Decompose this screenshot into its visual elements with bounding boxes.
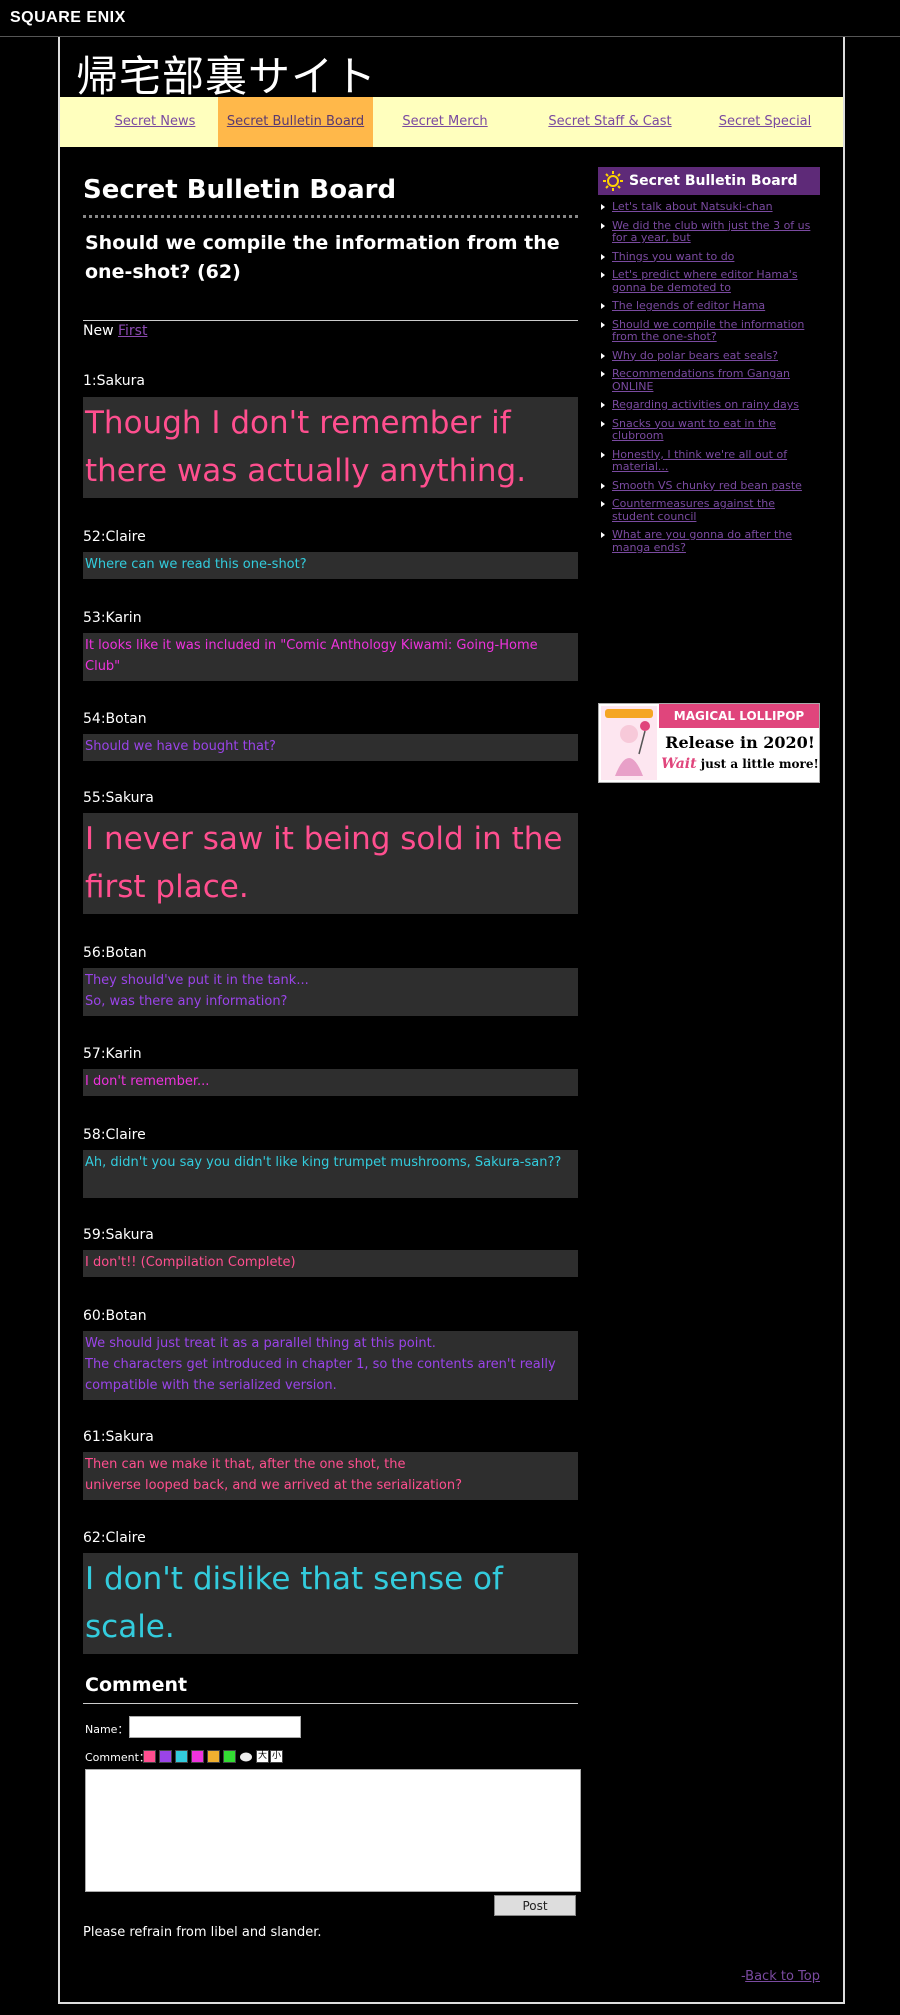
sidebar-thread-link[interactable]: Why do polar bears eat seals? xyxy=(598,349,820,363)
color-swatch[interactable] xyxy=(159,1750,172,1763)
sidebar-thread-link[interactable]: Let's predict where editor Hama's gonna … xyxy=(598,268,820,294)
color-swatch[interactable] xyxy=(223,1750,236,1763)
nav-secret-staff-cast[interactable]: Secret Staff & Cast xyxy=(525,97,695,147)
post-author: 1:Sakura xyxy=(83,373,145,389)
sidebar-thread-link[interactable]: Smooth VS chunky red bean paste xyxy=(598,479,820,493)
post-author: 57:Karin xyxy=(83,1046,142,1062)
post-author: 62:Claire xyxy=(83,1530,146,1546)
post-body: Though I don't remember if there was act… xyxy=(83,397,578,498)
magical-lollipop-banner[interactable]: MAGICAL LOLLIPOP Release in 2020! Wait j… xyxy=(598,703,820,783)
new-label: New xyxy=(83,323,114,339)
sidebar-thread-list: Let's talk about Natsuki-chan We did the … xyxy=(598,200,820,560)
sidebar-thread-link[interactable]: Should we compile the information from t… xyxy=(598,318,820,344)
post-author: 61:Sakura xyxy=(83,1429,154,1445)
post-body: It looks like it was included in "Comic … xyxy=(83,633,578,681)
thread-nav: New First xyxy=(83,323,147,339)
comment-heading: Comment xyxy=(85,1674,188,1696)
sidebar-thread-link[interactable]: Recommendations from Gangan ONLINE xyxy=(598,367,820,393)
sidebar-thread-link[interactable]: Honestly, I think we're all out of mater… xyxy=(598,448,820,474)
banner-title: MAGICAL LOLLIPOP xyxy=(659,704,819,728)
sidebar-thread-link[interactable]: We did the club with just the 3 of us fo… xyxy=(598,219,820,245)
posting-note: Please refrain from libel and slander. xyxy=(83,1925,322,1940)
post-author: 52:Claire xyxy=(83,529,146,545)
post-body: Should we have bought that? xyxy=(83,734,578,761)
name-input[interactable] xyxy=(129,1716,301,1738)
nav-secret-special[interactable]: Secret Special xyxy=(690,97,840,147)
post-author: 60:Botan xyxy=(83,1308,147,1324)
sidebar-thread-link[interactable]: Countermeasures against the student coun… xyxy=(598,497,820,523)
post-body: They should've put it in the tank... So,… xyxy=(83,968,578,1016)
sidebar-thread-link[interactable]: Regarding activities on rainy days xyxy=(598,398,820,412)
banner-wait-text: Wait just a little more! xyxy=(661,756,819,772)
brand-logo[interactable]: SQUARE ENIX xyxy=(10,9,126,27)
back-to-top-link[interactable]: Back to Top xyxy=(745,1969,820,1984)
post-author: 55:Sakura xyxy=(83,790,154,806)
emoji-icon[interactable] xyxy=(239,1751,253,1762)
sidebar-thread-link[interactable]: Things you want to do xyxy=(598,250,820,264)
color-swatch[interactable] xyxy=(143,1750,156,1763)
sidebar-thread-link[interactable]: What are you gonna do after the manga en… xyxy=(598,528,820,554)
size-small-button[interactable]: 小 xyxy=(270,1750,283,1763)
back-to-top: -Back to Top xyxy=(740,1969,820,1984)
post-author: 53:Karin xyxy=(83,610,142,626)
post-author: 54:Botan xyxy=(83,711,147,727)
color-swatch[interactable] xyxy=(191,1750,204,1763)
post-author: 59:Sakura xyxy=(83,1227,154,1243)
post-body: I don't dislike that sense of scale. xyxy=(83,1553,578,1654)
sidebar-thread-link[interactable]: Let's talk about Natsuki-chan xyxy=(598,200,820,214)
post-body: I don't remember... xyxy=(83,1069,578,1096)
comment-divider xyxy=(83,1703,578,1704)
post-author: 56:Botan xyxy=(83,945,147,961)
comment-label: Comment： xyxy=(85,1751,150,1764)
top-bar: SQUARE ENIX xyxy=(0,0,900,37)
page-frame: 帰宅部裏サイト Secret News Secret Bulletin Boar… xyxy=(58,37,845,2004)
title-divider xyxy=(83,320,578,321)
color-swatch[interactable] xyxy=(207,1750,220,1763)
sidebar-heading: Secret Bulletin Board xyxy=(598,167,820,195)
nav-secret-news[interactable]: Secret News xyxy=(80,97,230,147)
color-swatch[interactable] xyxy=(175,1750,188,1763)
post-author: 58:Claire xyxy=(83,1127,146,1143)
main-nav: Secret News Secret Bulletin Board Secret… xyxy=(60,97,843,147)
sidebar-heading-text: Secret Bulletin Board xyxy=(629,173,798,189)
comment-textarea[interactable] xyxy=(85,1769,581,1892)
post-button[interactable]: Post xyxy=(494,1895,576,1916)
site-title[interactable]: 帰宅部裏サイト xyxy=(76,43,377,104)
first-link[interactable]: First xyxy=(118,323,147,339)
post-body: Then can we make it that, after the one … xyxy=(83,1452,578,1500)
post-body: Where can we read this one-shot? xyxy=(83,552,578,579)
post-body: I never saw it being sold in the first p… xyxy=(83,813,578,914)
page-title: Secret Bulletin Board xyxy=(83,175,397,205)
manga-cover-icon xyxy=(601,706,657,780)
thread-title: Should we compile the information from t… xyxy=(85,232,560,283)
post-body: Ah, didn't you say you didn't like king … xyxy=(83,1150,578,1198)
nav-secret-bulletin-board[interactable]: Secret Bulletin Board xyxy=(218,97,373,147)
sidebar-thread-link[interactable]: Snacks you want to eat in the clubroom xyxy=(598,417,820,443)
sidebar-thread-link[interactable]: The legends of editor Hama xyxy=(598,299,820,313)
sun-icon xyxy=(603,171,623,191)
nav-secret-merch[interactable]: Secret Merch xyxy=(370,97,520,147)
size-large-button[interactable]: 大 xyxy=(256,1750,269,1763)
dotted-divider xyxy=(83,215,578,218)
name-label: Name： xyxy=(85,1723,129,1736)
banner-release-text: Release in 2020! xyxy=(665,733,815,752)
post-body: We should just treat it as a parallel th… xyxy=(83,1331,578,1400)
post-body: I don't!! (Compilation Complete) xyxy=(83,1250,578,1277)
